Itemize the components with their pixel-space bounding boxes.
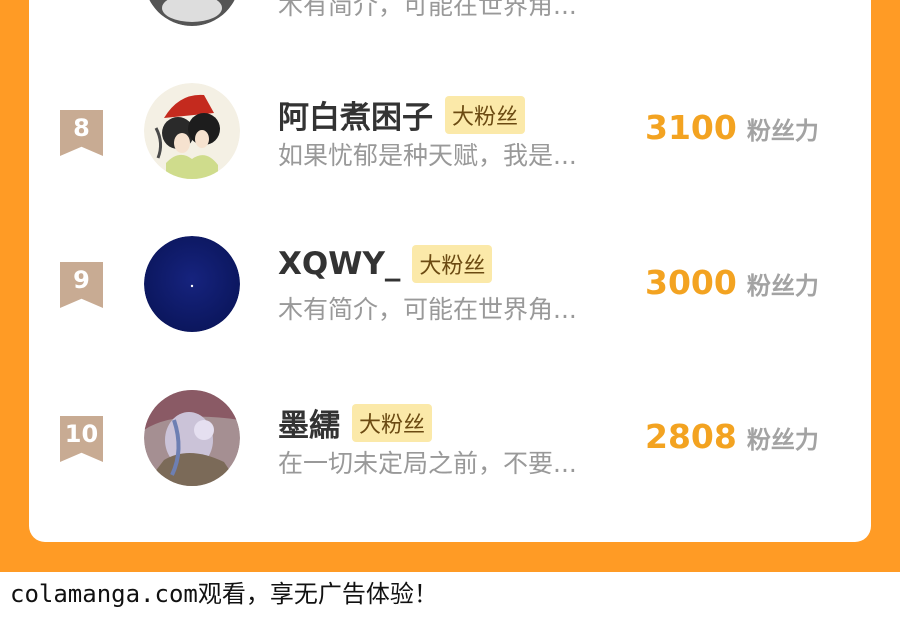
user-description: 木有简介，可能在世界角... (278, 295, 577, 324)
user-description: 如果忧郁是种天赋，我是... (278, 141, 577, 170)
fan-power-label: 粉丝力 (746, 272, 819, 300)
user-name[interactable]: XQWY_ (278, 246, 400, 282)
avatar[interactable] (144, 236, 240, 332)
rank-badge: 8 (60, 110, 103, 156)
description-partial: 木有简介，可能在世界角... (278, 0, 577, 20)
list-item[interactable]: 8 阿白煮困子 大粉丝 如果忧郁是种天赋，我是... 3100 粉丝力 (0, 80, 900, 180)
fan-level-badge: 大粉丝 (445, 95, 526, 134)
fan-power-label: 粉丝力 (746, 117, 819, 145)
fan-power-value: 3100 (645, 108, 737, 147)
list-item[interactable]: 10 墨繻 大粉丝 在一切未定局之前，不要... 2808 粉丝力 (0, 388, 900, 488)
user-description: 在一切未定局之前，不要... (278, 449, 577, 478)
fan-power-value: 3000 (645, 263, 737, 302)
rank-badge: 10 (60, 416, 103, 462)
user-name[interactable]: 墨繻 (278, 400, 340, 445)
fan-level-badge: 大粉丝 (412, 245, 493, 283)
fan-level-badge: 大粉丝 (352, 403, 433, 442)
fan-power-value: 2808 (645, 417, 737, 456)
list-item[interactable]: 9 XQWY_ 大粉丝 木有简介，可能在世界角... 3000 粉丝力 (0, 234, 900, 334)
fan-power-label: 粉丝力 (746, 426, 819, 454)
user-name[interactable]: 阿白煮困子 (278, 92, 433, 137)
avatar[interactable] (144, 390, 240, 486)
rank-badge: 9 (60, 262, 103, 308)
watermark-footer: colamanga.com观看，享无广告体验！ (10, 580, 438, 608)
avatar[interactable] (144, 83, 240, 179)
